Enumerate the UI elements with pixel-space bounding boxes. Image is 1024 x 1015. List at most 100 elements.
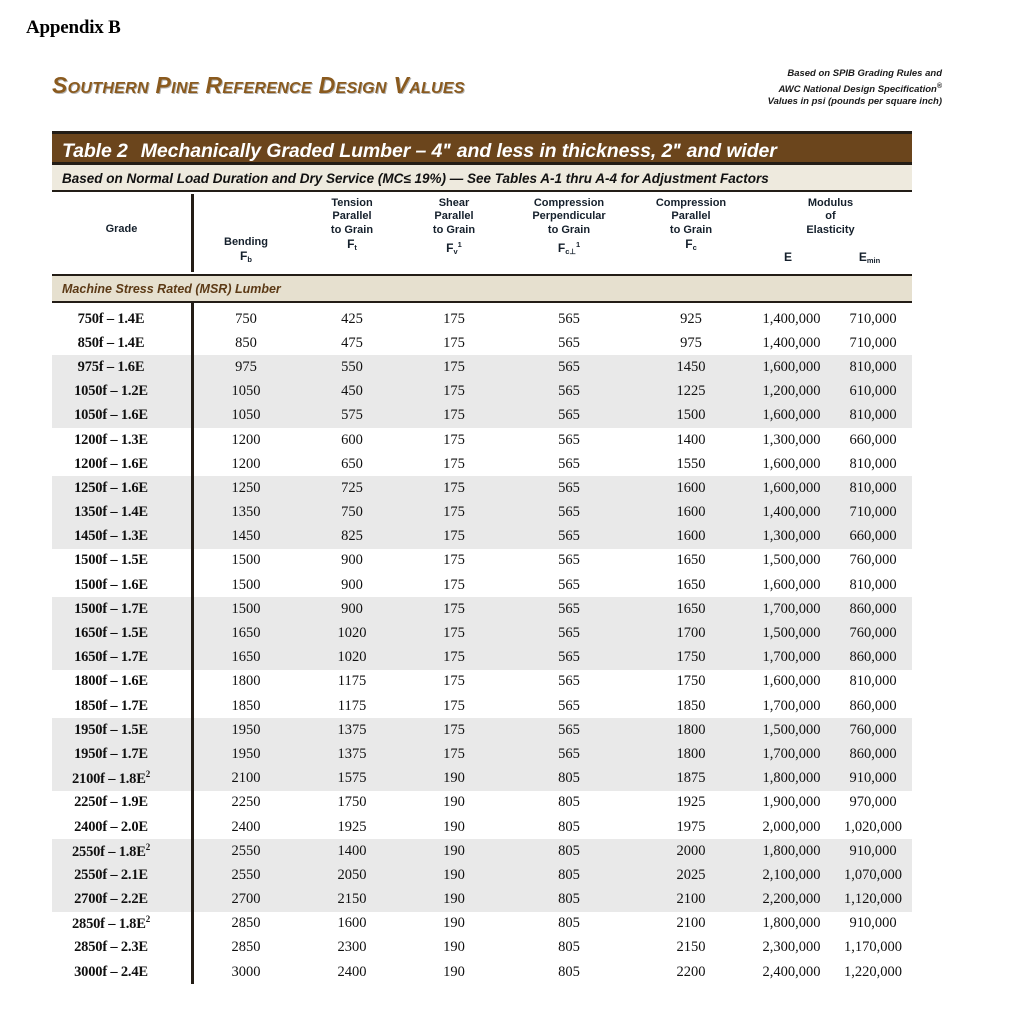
shear-cell: 175 (443, 358, 465, 375)
shear-cell: 190 (443, 818, 465, 835)
modulus-e-cell: 1,600,000 (762, 576, 821, 593)
table-row: 2100f – 1.8E2 2100 1575 190 805 1875 1,800,000… (52, 766, 912, 791)
tension-cell: 600 (341, 431, 363, 448)
modulus-emin-cell: 860,000 (849, 745, 897, 762)
grade-cell: 850f – 1.4E (77, 334, 145, 351)
shear-cell: 175 (443, 431, 465, 448)
footnote-marker: 2 (145, 914, 151, 925)
bending-cell: 1450 (231, 528, 261, 545)
modulus-emin-cell: 660,000 (849, 528, 897, 545)
symbol-fc-perp: Fc⊥1 (557, 240, 581, 257)
tension-cell: 1020 (337, 625, 367, 642)
comp-par-cell: 2100 (676, 891, 706, 908)
grade-cell: 1500f – 1.6E (74, 576, 148, 593)
modulus-e-cell: 2,400,000 (762, 963, 821, 980)
modulus-e-cell: 1,500,000 (762, 552, 821, 569)
modulus-emin-cell: 660,000 (849, 431, 897, 448)
bending-cell: 2550 (231, 842, 261, 859)
tension-cell: 725 (341, 479, 363, 496)
shear-cell: 175 (443, 528, 465, 545)
modulus-e-cell: 1,900,000 (762, 794, 821, 811)
shear-cell: 175 (443, 673, 465, 690)
comp-perp-cell: 805 (558, 794, 580, 811)
symbol-e: E (783, 250, 792, 264)
column-header-compression-parallel: Compression Parallel to Grain Fc (633, 197, 749, 253)
modulus-e-cell: 1,700,000 (762, 600, 821, 617)
bending-cell: 1250 (231, 479, 261, 496)
masthead: Southern Pine Reference Design Values Ba… (52, 62, 942, 118)
grade-cell: 2850f – 2.3E (74, 939, 148, 956)
modulus-emin-cell: 810,000 (849, 407, 897, 424)
footnote-marker: 2 (145, 769, 151, 780)
column-header-tension-parallel: Tension Parallel to Grain Ft (301, 197, 403, 253)
comp-par-cell: 2100 (676, 915, 706, 932)
comp-perp-cell: 565 (558, 528, 580, 545)
symbol-ft: Ft (347, 237, 357, 253)
tension-cell: 475 (341, 334, 363, 351)
table-row: 2550f – 1.8E2 2550 1400 190 805 2000 1,800,000… (52, 839, 912, 864)
table-row: 1650f – 1.7E 1650 1020 175 565 1750 1,700,000 8… (52, 645, 912, 670)
table-row: 1050f – 1.2E 1050 450 175 565 1225 1,200,000 61… (52, 379, 912, 404)
table-row: 2700f – 2.2E 2700 2150 190 805 2100 2,200,000 1… (52, 887, 912, 912)
grade-cell: 2100f – 1.8E2 (71, 769, 151, 788)
modulus-e-cell: 1,700,000 (762, 697, 821, 714)
column-header-e: E (749, 250, 827, 264)
comp-perp-cell: 565 (558, 673, 580, 690)
comp-perp-cell: 565 (558, 431, 580, 448)
table-row: 1950f – 1.7E 1950 1375 175 565 1800 1,700,000 8… (52, 742, 912, 767)
modulus-emin-cell: 710,000 (849, 504, 897, 521)
shear-cell: 175 (443, 383, 465, 400)
table-row: 1050f – 1.6E 1050 575 175 565 1500 1,600,000 81… (52, 403, 912, 428)
modulus-emin-cell: 1,220,000 (844, 963, 902, 980)
bending-cell: 2700 (231, 891, 261, 908)
modulus-emin-cell: 860,000 (849, 600, 897, 617)
modulus-emin-cell: 910,000 (849, 842, 897, 859)
grade-cell: 975f – 1.6E (77, 358, 145, 375)
grade-cell: 1650f – 1.7E (74, 649, 148, 666)
tension-cell: 900 (341, 600, 363, 617)
comp-par-cell: 1600 (676, 504, 706, 521)
modulus-emin-cell: 760,000 (849, 552, 897, 569)
shear-cell: 190 (443, 939, 465, 956)
bending-cell: 2850 (231, 939, 261, 956)
bending-cell: 850 (235, 334, 257, 351)
grade-cell: 1450f – 1.3E (74, 528, 148, 545)
table-row: 1800f – 1.6E 1800 1175 175 565 1750 1,600,000 8… (52, 670, 912, 694)
tension-cell: 2050 (337, 866, 367, 883)
tension-cell: 825 (341, 528, 363, 545)
bending-cell: 1850 (231, 697, 261, 714)
shear-cell: 175 (443, 649, 465, 666)
comp-perp-cell: 565 (558, 600, 580, 617)
modulus-emin-cell: 860,000 (849, 697, 897, 714)
table-body: 750f – 1.4E 750 425 175 565 925 1,400,000 710,0… (52, 303, 912, 985)
tension-cell: 550 (341, 358, 363, 375)
bending-cell: 1950 (231, 745, 261, 762)
table-row: 2850f – 1.8E2 2850 1600 190 805 2100 1,800,000… (52, 912, 912, 936)
modulus-emin-cell: 760,000 (849, 721, 897, 738)
modulus-emin-cell: 710,000 (849, 310, 897, 327)
section-header-msr-lumber: Machine Stress Rated (MSR) Lumber (52, 276, 912, 303)
modulus-emin-cell: 810,000 (849, 455, 897, 472)
shear-cell: 190 (443, 963, 465, 980)
table-row: 3000f – 2.4E 3000 2400 190 805 2200 2,400,000 1… (52, 960, 912, 984)
symbol-fv: Fv1 (446, 240, 462, 257)
grade-cell: 1850f – 1.7E (74, 697, 148, 714)
modulus-emin-cell: 1,120,000 (844, 891, 902, 908)
source-note-line-1: Based on SPIB Grading Rules and (787, 68, 942, 79)
tension-cell: 2300 (337, 939, 367, 956)
modulus-e-cell: 2,100,000 (762, 866, 821, 883)
tension-cell: 425 (341, 310, 363, 327)
modulus-e-cell: 1,600,000 (762, 455, 821, 472)
grade-cell: 750f – 1.4E (77, 310, 145, 327)
modulus-e-cell: 1,400,000 (762, 310, 821, 327)
tension-cell: 1375 (337, 721, 367, 738)
comp-par-cell: 1975 (676, 818, 706, 835)
comp-perp-cell: 565 (558, 383, 580, 400)
modulus-e-cell: 2,000,000 (762, 818, 821, 835)
modulus-e-cell: 2,300,000 (762, 939, 821, 956)
comp-perp-cell: 565 (558, 479, 580, 496)
grade-cell: 1950f – 1.7E (74, 745, 148, 762)
comp-par-cell: 1450 (676, 358, 706, 375)
table-row: 1200f – 1.6E 1200 650 175 565 1550 1,600,000 81… (52, 452, 912, 476)
modulus-emin-cell: 810,000 (849, 673, 897, 690)
